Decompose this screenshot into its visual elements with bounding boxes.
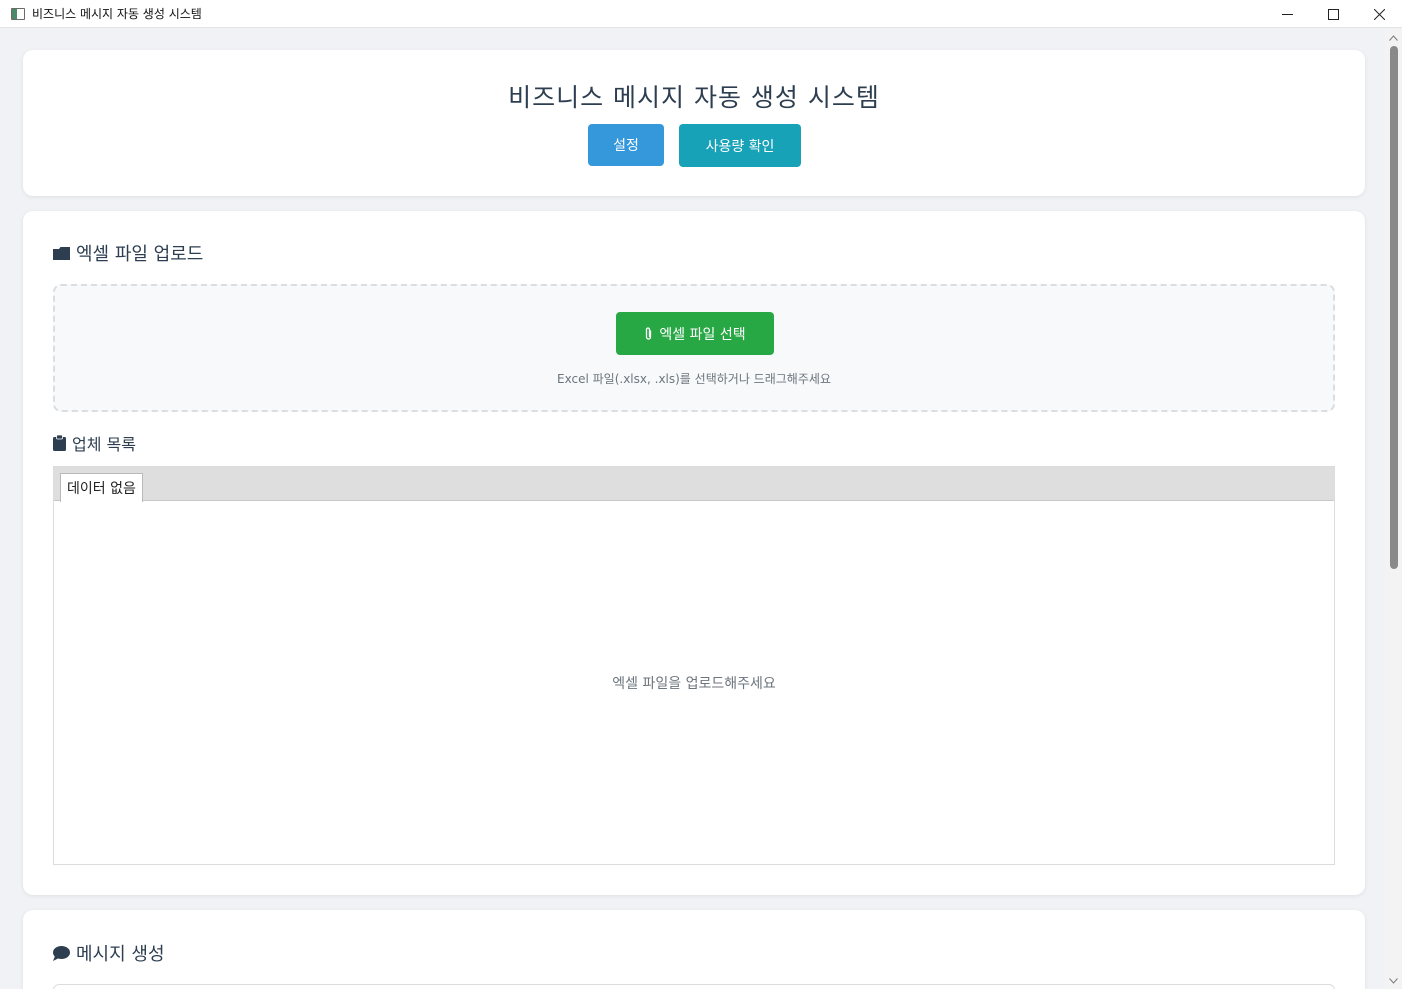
minimize-icon [1281, 13, 1293, 15]
upload-card: 엑셀 파일 업로드 엑셀 파일 선택 Excel 파일(.xlsx, .xls)… [23, 211, 1365, 895]
select-excel-label: 엑셀 파일 선택 [659, 326, 746, 343]
window-controls [1264, 0, 1402, 28]
header-card: 비즈니스 메시지 자동 생성 시스템 설정 사용량 확인 [23, 50, 1365, 196]
sheet-tab[interactable]: 데이터 없음 [60, 473, 143, 502]
settings-button[interactable]: 설정 [588, 124, 664, 166]
dropzone-hint: Excel 파일(.xlsx, .xls)를 선택하거나 드래그해주세요 [557, 372, 831, 386]
window-title: 비즈니스 메시지 자동 생성 시스템 [32, 7, 202, 21]
company-list-title: 업체 목록 [53, 431, 136, 455]
page-title: 비즈니스 메시지 자동 생성 시스템 [508, 83, 880, 112]
folder-icon [53, 246, 70, 260]
file-dropzone[interactable]: 엑셀 파일 선택 Excel 파일(.xlsx, .xls)를 선택하거나 드래… [53, 284, 1335, 412]
message-card: 메시지 생성 [23, 910, 1365, 989]
upload-section-title: 엑셀 파일 업로드 [53, 240, 203, 266]
message-input-area[interactable] [53, 984, 1335, 989]
app-icon [11, 7, 25, 20]
usage-check-button[interactable]: 사용량 확인 [679, 124, 801, 167]
vertical-scrollbar[interactable] [1385, 29, 1402, 989]
scroll-down-icon[interactable] [1385, 972, 1402, 989]
company-table: 데이터 없음 엑셀 파일을 업로드해주세요 [53, 466, 1335, 865]
close-icon [1373, 8, 1385, 20]
content-viewport: 비즈니스 메시지 자동 생성 시스템 설정 사용량 확인 엑셀 파일 업로드 엑… [0, 29, 1385, 989]
select-excel-button[interactable]: 엑셀 파일 선택 [616, 312, 774, 355]
minimize-button[interactable] [1264, 0, 1310, 28]
message-section-title: 메시지 생성 [53, 940, 165, 966]
close-button[interactable] [1356, 0, 1402, 28]
clipboard-icon [53, 435, 66, 451]
upload-section-label: 엑셀 파일 업로드 [76, 244, 204, 265]
sheet-tab-bar: 데이터 없음 [54, 467, 1334, 502]
maximize-icon [1327, 8, 1339, 20]
scroll-up-icon[interactable] [1385, 29, 1402, 46]
speech-bubble-icon [53, 945, 70, 961]
title-bar: 비즈니스 메시지 자동 생성 시스템 [0, 0, 1402, 28]
scrollbar-thumb[interactable] [1390, 46, 1398, 569]
maximize-button[interactable] [1310, 0, 1356, 28]
company-list-label: 업체 목록 [72, 435, 136, 454]
empty-state-message: 엑셀 파일을 업로드해주세요 [612, 676, 776, 692]
app-window: 비즈니스 메시지 자동 생성 시스템 비즈니스 메시지 자동 생성 시스템 설정… [0, 0, 1402, 989]
paperclip-icon [644, 326, 653, 341]
message-section-label: 메시지 생성 [76, 944, 165, 965]
